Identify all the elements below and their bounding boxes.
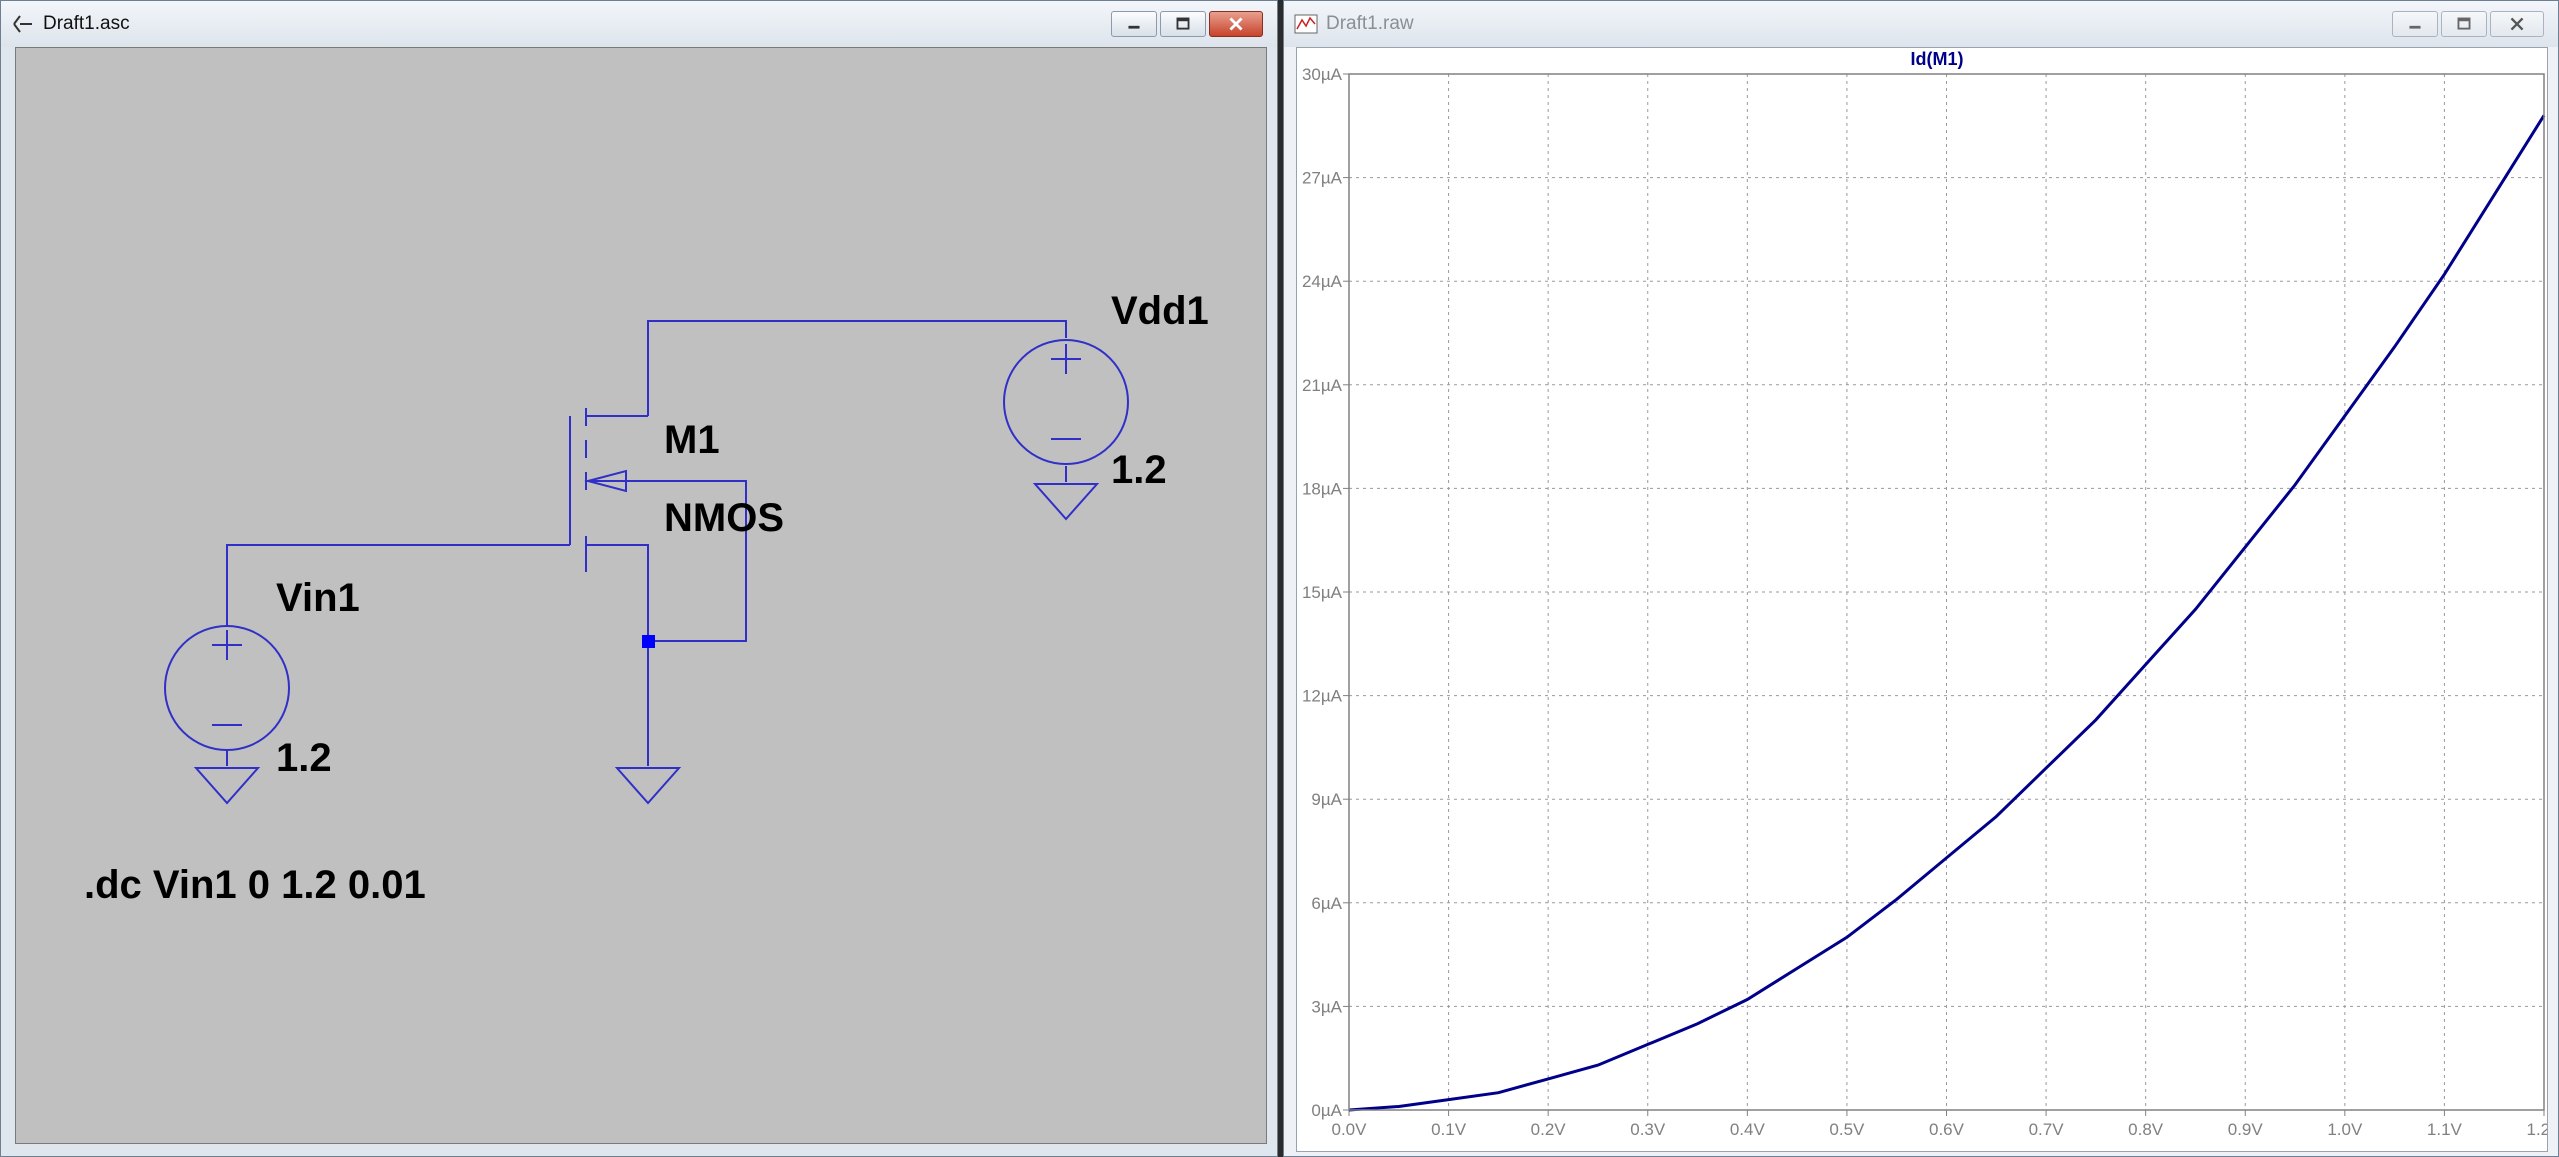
x-tick-label: 0.0V xyxy=(1332,1120,1368,1139)
y-tick-label: 21µA xyxy=(1302,376,1343,395)
schematic-drawing: Vdd1 1.2 M1 NMOS Vin1 1.2 .dc Vin1 0 1.2… xyxy=(84,289,1209,907)
vdd-name-label: Vdd1 xyxy=(1111,289,1209,333)
x-tick-label: 1.0V xyxy=(2327,1120,2363,1139)
junction-dot xyxy=(642,635,655,648)
mosfet-name-label: M1 xyxy=(664,418,720,462)
x-tick-label: 0.2V xyxy=(1531,1120,1567,1139)
schematic-close-button[interactable] xyxy=(1209,11,1263,37)
schematic-canvas[interactable]: Vdd1 1.2 M1 NMOS Vin1 1.2 .dc Vin1 0 1.2… xyxy=(15,47,1267,1144)
x-tick-label: 0.5V xyxy=(1829,1120,1865,1139)
restore-icon xyxy=(2457,17,2471,30)
y-tick-label: 3µA xyxy=(1311,997,1342,1016)
schematic-maximize-button[interactable] xyxy=(1160,11,1206,37)
schematic-window-title: Draft1.asc xyxy=(43,13,130,34)
x-tick-label: 1.2V xyxy=(2527,1120,2547,1139)
ground-symbol-vdd xyxy=(1032,483,1100,521)
vin-name-label: Vin1 xyxy=(276,576,360,620)
schematic-window: Draft1.asc Vdd1 1.2 M1 NMOS Vin1 1.2 .dc… xyxy=(0,0,1278,1157)
x-tick-label: 0.4V xyxy=(1730,1120,1766,1139)
minimize-icon xyxy=(2409,25,2421,29)
ground-symbol-vin xyxy=(193,767,261,805)
y-tick-label: 18µA xyxy=(1302,479,1343,498)
plot-titlebar[interactable]: Draft1.raw xyxy=(1284,1,2558,47)
y-tick-label: 24µA xyxy=(1302,272,1343,291)
plot-pane[interactable]: Id(M1) 0.0V 0.1V 0.2V 0.3V 0.4V 0.5V 0.6V 0.7V 0… xyxy=(1296,47,2559,1152)
x-tick-label: 1.1V xyxy=(2427,1120,2463,1139)
waveform-app-icon xyxy=(1294,14,1318,34)
plot-maximize-button[interactable] xyxy=(2441,11,2487,37)
y-tick-label: 6µA xyxy=(1311,894,1342,913)
plot-window: Draft1.raw Id(M1) 0.0V 0.1V 0.2V 0.3V 0.4V 0.… xyxy=(1283,0,2559,1157)
plot-close-button[interactable] xyxy=(2490,11,2544,37)
x-tick-label: 0.6V xyxy=(1929,1120,1965,1139)
vdd-plus xyxy=(1051,344,1081,374)
y-tick-label: 27µA xyxy=(1302,169,1343,188)
restore-icon xyxy=(1176,17,1190,30)
minimize-icon xyxy=(1128,25,1140,29)
x-tick-label: 0.1V xyxy=(1431,1120,1467,1139)
schematic-titlebar[interactable]: Draft1.asc xyxy=(1,1,1277,47)
x-tick-label: 0.9V xyxy=(2228,1120,2264,1139)
y-tick-label: 30µA xyxy=(1302,65,1343,84)
vdd-value-label: 1.2 xyxy=(1111,448,1167,492)
schematic-minimize-button[interactable] xyxy=(1111,11,1157,37)
x-tick-label: 0.3V xyxy=(1630,1120,1666,1139)
vin-value-label: 1.2 xyxy=(276,736,332,780)
y-tick-label: 0µA xyxy=(1311,1101,1342,1120)
x-tick-label: 0.8V xyxy=(2128,1120,2164,1139)
y-tick-label: 12µA xyxy=(1302,687,1343,706)
wire-source xyxy=(586,544,649,766)
chart-title: Id(M1) xyxy=(1911,49,1964,69)
id-m1-chart: Id(M1) 0.0V 0.1V 0.2V 0.3V 0.4V 0.5V 0.6V 0.7V 0… xyxy=(1302,49,2559,1139)
spice-directive: .dc Vin1 0 1.2 0.01 xyxy=(84,863,426,907)
vin-plus xyxy=(212,630,242,660)
close-icon xyxy=(1229,17,1243,31)
y-tick-label: 15µA xyxy=(1302,583,1343,602)
close-icon xyxy=(2510,17,2524,31)
plot-minimize-button[interactable] xyxy=(2392,11,2438,37)
schematic-app-icon xyxy=(13,15,32,33)
mosfet-model-label: NMOS xyxy=(664,496,784,540)
x-tick-label: 0.7V xyxy=(2029,1120,2065,1139)
ground-symbol-source xyxy=(614,767,682,805)
plot-window-title: Draft1.raw xyxy=(1326,13,1414,34)
y-tick-label: 9µA xyxy=(1311,790,1342,809)
